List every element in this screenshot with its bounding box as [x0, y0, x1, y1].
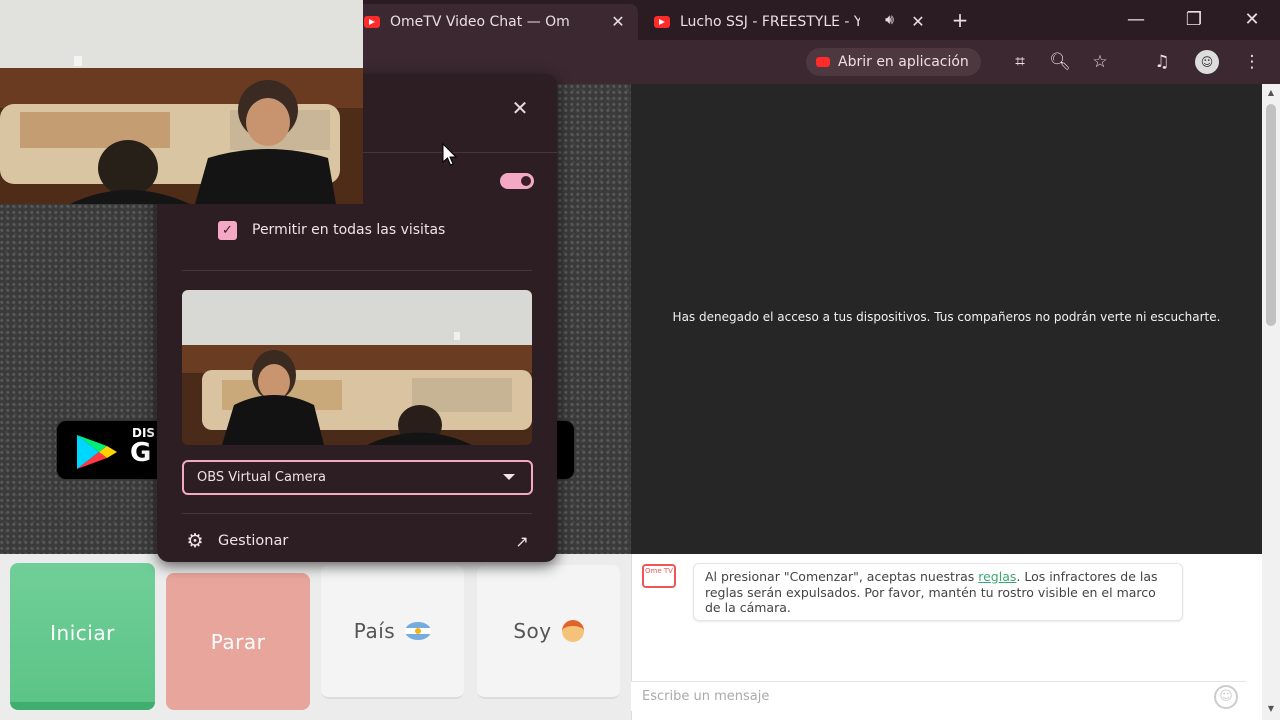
ometv-logo: Ome TV	[642, 564, 676, 588]
restore-button[interactable]: ❐	[1166, 0, 1222, 40]
tab-title: OmeTV Video Chat — Omegle Alternative	[390, 14, 570, 30]
message-input[interactable]: Escribe un mensaje	[631, 681, 1246, 711]
minimize-button[interactable]: —	[1108, 0, 1164, 40]
camera-preview-image	[182, 290, 532, 445]
emoji-icon[interactable]: ☺	[1214, 685, 1238, 709]
youtube-icon	[654, 16, 670, 28]
profile-avatar[interactable]: ☺	[1195, 50, 1219, 74]
speaker-icon[interactable]: 🔊︎	[885, 12, 894, 28]
close-tab-icon[interactable]: ✕	[908, 12, 928, 32]
scroll-down-arrow[interactable]: ▼	[1265, 704, 1277, 714]
scrollbar-thumb[interactable]	[1266, 104, 1276, 326]
camera-permission-toggle[interactable]	[500, 173, 534, 189]
google-play-big-text: G	[130, 438, 152, 468]
open-in-app-label: Abrir en aplicación	[838, 54, 969, 70]
camera-select[interactable]: OBS Virtual Camera	[182, 460, 533, 495]
gender-button[interactable]: Soy	[477, 565, 620, 699]
gender-label: Soy	[513, 619, 552, 643]
youtube-icon	[364, 16, 380, 28]
divider	[182, 270, 532, 271]
zoom-icon[interactable]: 🔍︎	[1048, 50, 1072, 74]
tab-youtube[interactable]: Lucho SSJ - FREESTYLE - YouTube 🔊︎ ✕	[642, 4, 938, 40]
divider	[182, 513, 532, 514]
scroll-up-arrow[interactable]: ▲	[1265, 88, 1277, 98]
media-control-icon[interactable]: ♫	[1150, 50, 1174, 74]
self-view-video	[0, 0, 363, 204]
boy-face-icon	[561, 620, 584, 642]
dropdown-caret-icon[interactable]	[503, 474, 515, 480]
start-button[interactable]: Iniciar	[10, 563, 155, 710]
rules-link[interactable]: reglas	[978, 569, 1016, 584]
gear-icon[interactable]: ⚙	[185, 531, 205, 551]
manage-link[interactable]: Gestionar	[218, 533, 288, 549]
app-icon	[816, 57, 830, 67]
rules-message: Al presionar "Comenzar", aceptas nuestra…	[693, 563, 1183, 621]
country-label: País	[353, 619, 396, 643]
tab-ometv[interactable]: OmeTV Video Chat — Omegle Alternative ✕	[352, 4, 638, 40]
menu-kebab-icon[interactable]: ⋮	[1240, 50, 1264, 74]
google-play-icon	[77, 435, 117, 469]
tab-title: Lucho SSJ - FREESTYLE - YouTube	[680, 14, 860, 30]
self-view-image	[0, 0, 363, 204]
argentina-flag-icon	[405, 622, 432, 640]
allow-all-visits-label: Permitir en todas las visitas	[252, 222, 446, 238]
close-popup-icon[interactable]: ✕	[508, 96, 532, 120]
external-link-icon[interactable]: ↗	[512, 532, 532, 552]
device-denied-message: Has denegado el acceso a tus dispositivo…	[672, 310, 1221, 324]
close-window-button[interactable]: ✕	[1224, 0, 1280, 40]
translate-icon[interactable]: ⌗	[1008, 50, 1032, 74]
country-button[interactable]: País	[321, 565, 464, 699]
allow-all-visits-checkbox[interactable]: ✓	[218, 221, 237, 240]
mouse-cursor-icon	[442, 143, 458, 166]
new-tab-icon[interactable]: +	[948, 8, 972, 32]
stop-button[interactable]: Parar	[166, 573, 310, 710]
open-in-app-button[interactable]: Abrir en aplicación	[806, 48, 981, 76]
camera-preview	[182, 290, 532, 445]
rules-text-before: Al presionar "Comenzar", aceptas nuestra…	[705, 569, 979, 584]
bookmark-star-icon[interactable]: ☆	[1088, 50, 1112, 74]
close-tab-icon[interactable]: ✕	[608, 12, 628, 32]
